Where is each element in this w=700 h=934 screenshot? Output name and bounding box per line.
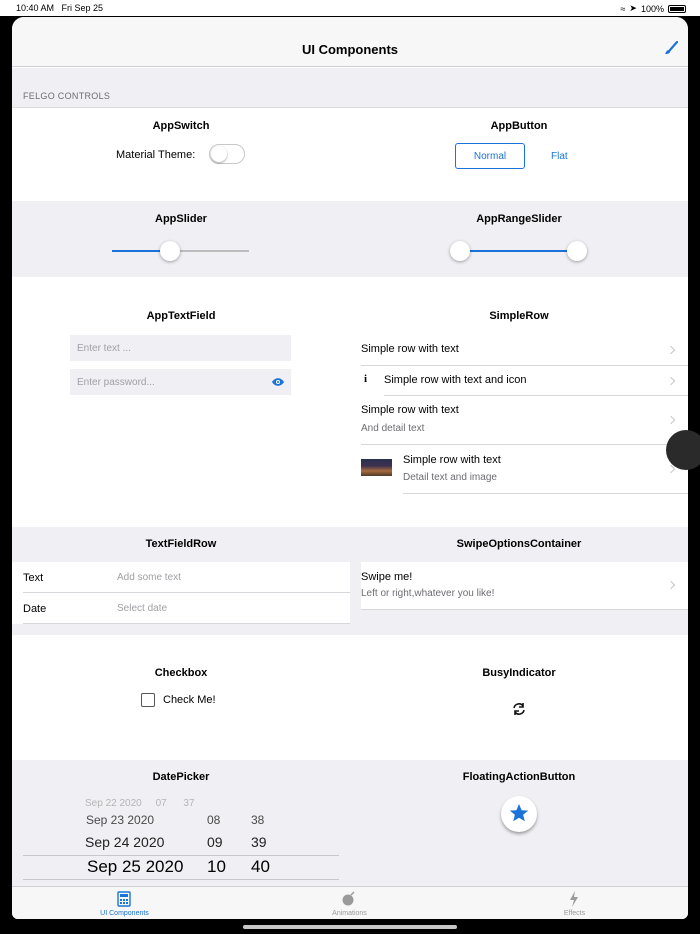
- picker-selection-line: [23, 855, 339, 856]
- tab-label: Effects: [563, 910, 586, 917]
- date-picker[interactable]: Sep 22 2020 07 37 Sep 23 2020 08 38 Sep …: [23, 798, 339, 886]
- picker-date-row: Sep 24 2020: [85, 834, 165, 850]
- text-field-row-text[interactable]: Text Add some text: [23, 562, 350, 593]
- text-field-row-label: Date: [23, 603, 47, 615]
- normal-button[interactable]: Normal: [455, 143, 525, 169]
- simple-row-title: SimpleRow: [489, 310, 549, 322]
- wifi-icon: ≈: [620, 3, 626, 14]
- picker-hour-row: 09: [207, 834, 223, 850]
- simple-row-1[interactable]: Simple row with text: [361, 335, 688, 366]
- tab-bar: UI Components Animations Effects: [12, 886, 688, 919]
- row-thumbnail-image: [361, 459, 392, 476]
- chevron-right-icon: [666, 376, 676, 386]
- material-theme-switch[interactable]: [209, 144, 245, 164]
- tab-ui-components[interactable]: UI Components: [12, 887, 237, 919]
- calculator-icon: [117, 891, 131, 907]
- simple-row-text: Simple row with text: [403, 454, 501, 466]
- status-right: ≈ ➤ 100%: [620, 3, 686, 14]
- tab-label: UI Components: [100, 910, 149, 917]
- password-placeholder: Enter password...: [77, 376, 155, 388]
- tab-effects[interactable]: Effects: [462, 887, 687, 919]
- swipe-options-title: SwipeOptionsContainer: [456, 538, 582, 550]
- page-title: UI Components: [301, 42, 399, 57]
- refresh-spinner-icon: [513, 703, 525, 715]
- picker-selected-hour: 10: [207, 857, 226, 876]
- section-header: FELGO CONTROLS: [12, 68, 688, 108]
- check-me-label: Check Me!: [163, 694, 216, 706]
- app-button-title: AppButton: [490, 120, 548, 132]
- text-field-row-title: TextFieldRow: [145, 538, 217, 550]
- date-picker-title: DatePicker: [152, 771, 210, 783]
- tab-animations[interactable]: Animations: [237, 887, 462, 919]
- band-sliders: AppSlider AppRangeSlider: [12, 201, 688, 277]
- picker-faded-row: Sep 22 2020 07 37: [85, 798, 195, 809]
- picker-date-row: Sep 23 2020: [86, 813, 155, 827]
- swipe-row-detail: Left or right,whatever you like!: [361, 588, 495, 599]
- text-field-row-label: Text: [23, 572, 44, 584]
- slider-thumb[interactable]: [159, 241, 180, 261]
- app-screen: UI Components FELGO CONTROLS AppSwitch M…: [12, 17, 688, 919]
- fab-title: FloatingActionButton: [462, 771, 576, 783]
- brush-icon[interactable]: [664, 41, 678, 55]
- flat-button[interactable]: Flat: [551, 151, 568, 162]
- battery-icon: [668, 4, 686, 13]
- status-bar: 10:40 AM Fri Sep 25 ≈ ➤ 100%: [0, 0, 700, 16]
- star-icon: [509, 804, 529, 822]
- busy-indicator-title: BusyIndicator: [482, 667, 556, 679]
- floating-overlay-button[interactable]: [666, 430, 700, 470]
- simple-row-2[interactable]: Simple row with text and icon: [384, 366, 688, 396]
- text-field-row-input[interactable]: Add some text: [117, 572, 181, 583]
- check-me-checkbox[interactable]: [141, 693, 155, 707]
- chevron-right-icon: [666, 580, 676, 590]
- date-select-input[interactable]: Select date: [117, 603, 167, 614]
- app-text-field-title: AppTextField: [146, 310, 216, 322]
- chevron-right-icon: [666, 415, 676, 425]
- range-slider-high-thumb[interactable]: [567, 241, 587, 261]
- chevron-right-icon: [666, 345, 676, 355]
- picker-minute-row: 39: [251, 834, 267, 850]
- picker-hour-row: 08: [207, 813, 221, 827]
- simple-row-text: Simple row with text and icon: [384, 374, 527, 386]
- floating-action-button[interactable]: [501, 796, 537, 832]
- range-slider-low-thumb[interactable]: [450, 241, 470, 261]
- app-slider-title: AppSlider: [155, 213, 207, 225]
- simple-row-detail: Detail text and image: [403, 472, 497, 483]
- band-switch-button: AppSwitch Material Theme: AppButton Norm…: [12, 108, 688, 201]
- bomb-icon: [342, 891, 355, 906]
- simple-row-4[interactable]: Simple row with text Detail text and ima…: [403, 445, 688, 494]
- material-theme-label: Material Theme:: [116, 149, 196, 161]
- lightning-icon: [570, 891, 578, 907]
- battery-percent: 100%: [640, 3, 664, 14]
- switch-knob: [211, 146, 227, 162]
- swipe-row-text: Swipe me!: [361, 571, 413, 583]
- info-icon: i: [364, 373, 368, 385]
- app-switch-title: AppSwitch: [152, 120, 210, 132]
- band-checkbox-busy: Checkbox Check Me! BusyIndicator: [12, 635, 688, 760]
- swipe-options-row[interactable]: Swipe me! Left or right,whatever you lik…: [361, 562, 688, 610]
- picker-selection-line: [23, 879, 339, 880]
- status-time: 10:40 AM Fri Sep 25: [16, 3, 104, 13]
- picker-selected-minute: 40: [251, 857, 270, 876]
- password-input[interactable]: Enter password...: [70, 369, 291, 395]
- simple-row-text: Simple row with text: [361, 343, 459, 355]
- text-field-row-date[interactable]: Date Select date: [23, 593, 350, 624]
- location-icon: ➤: [629, 3, 637, 13]
- simple-row-text: Simple row with text: [361, 404, 459, 416]
- text-input[interactable]: Enter text ...: [70, 335, 291, 361]
- eye-icon[interactable]: [272, 377, 284, 387]
- picker-minute-row: 38: [251, 813, 265, 827]
- band-datepicker-fab: DatePicker Sep 22 2020 07 37 Sep 23 2020…: [12, 760, 688, 886]
- navigation-bar: UI Components: [12, 17, 688, 67]
- simple-row-detail: And detail text: [361, 423, 425, 434]
- home-indicator[interactable]: [243, 925, 457, 929]
- range-slider-fill: [460, 250, 577, 252]
- simple-row-3[interactable]: Simple row with text And detail text: [361, 396, 688, 445]
- checkbox-title: Checkbox: [154, 667, 208, 679]
- picker-selected-date: Sep 25 2020: [87, 857, 184, 876]
- app-range-slider-title: AppRangeSlider: [476, 213, 562, 225]
- tab-label: Animations: [332, 910, 367, 917]
